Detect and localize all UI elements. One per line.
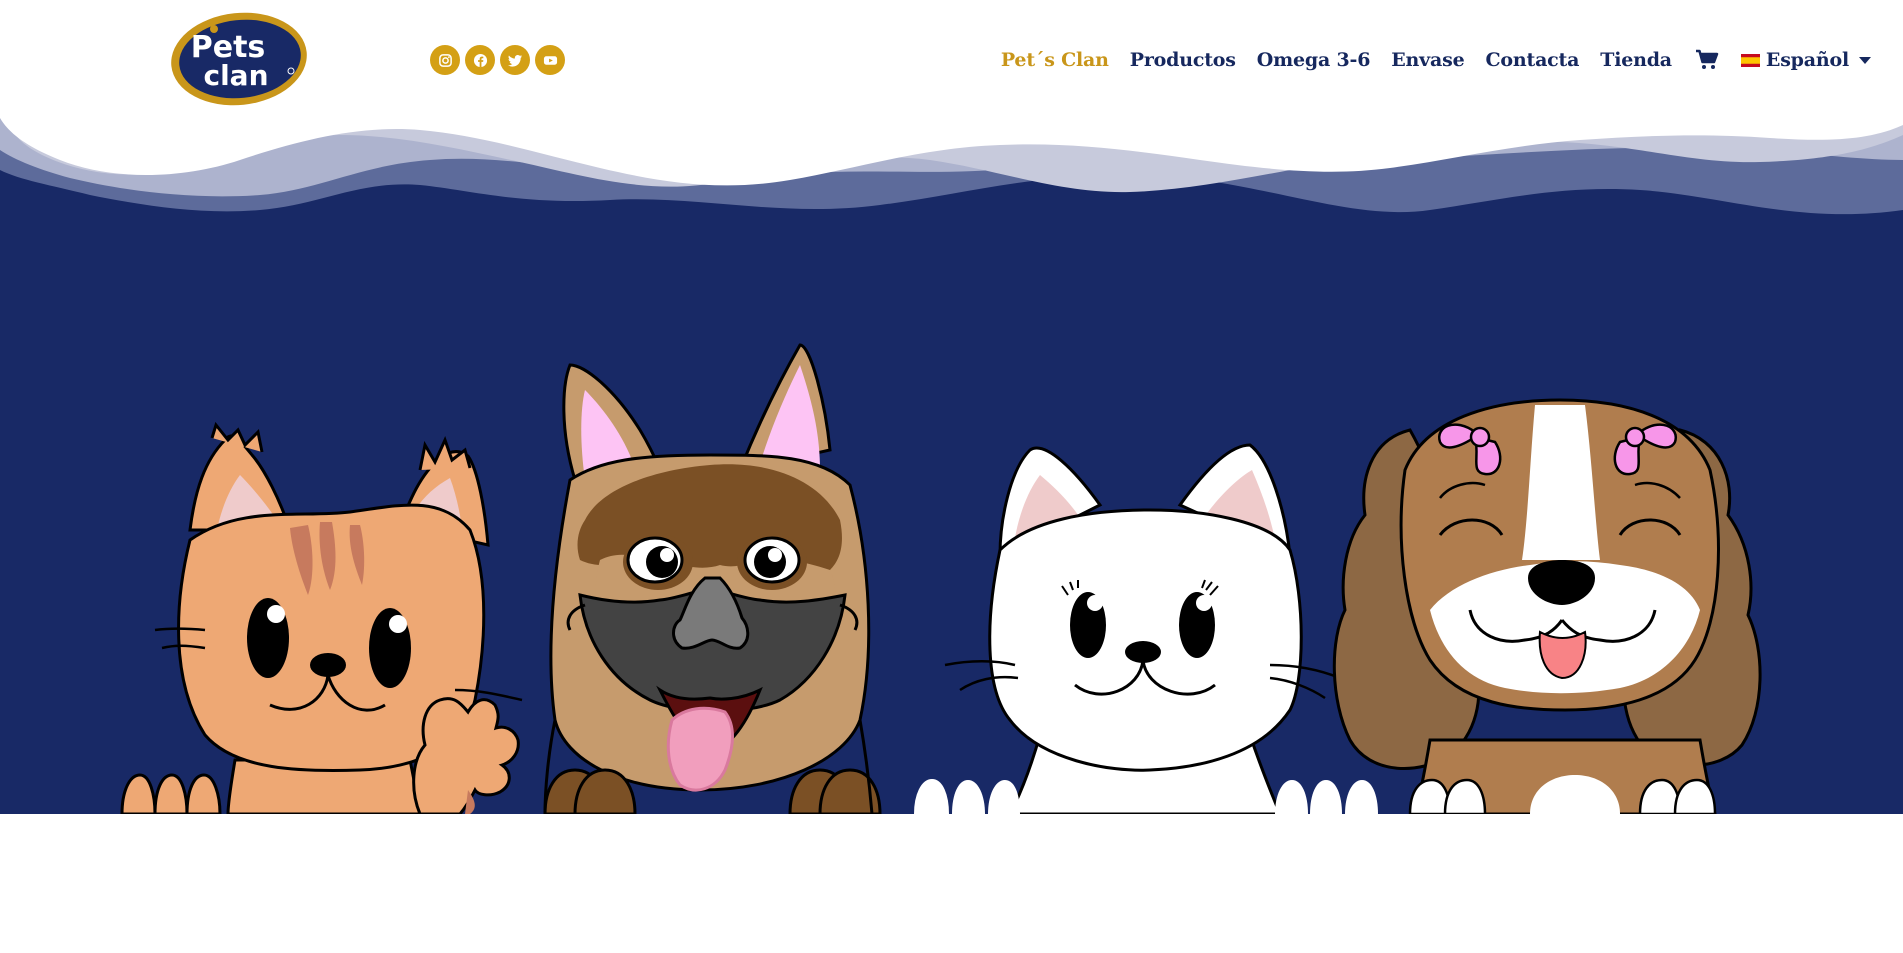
site-header: Pets clan Pet´s Clan Productos Omega 3-6… (0, 0, 1903, 130)
twitter-icon[interactable] (500, 45, 530, 75)
facebook-icon[interactable] (465, 45, 495, 75)
social-links (430, 45, 565, 75)
language-selector[interactable]: Español (1740, 49, 1871, 71)
nav-item-pets-clan[interactable]: Pet´s Clan (1001, 49, 1109, 71)
brand-logo[interactable]: Pets clan (168, 11, 310, 108)
nav-item-tienda[interactable]: Tienda (1600, 49, 1672, 71)
nav-item-contacta[interactable]: Contacta (1485, 49, 1579, 71)
cart-icon[interactable] (1695, 49, 1719, 71)
instagram-icon[interactable] (430, 45, 460, 75)
logo-text-clan: clan (203, 59, 268, 92)
youtube-icon[interactable] (535, 45, 565, 75)
main-navigation: Pet´s Clan Productos Omega 3-6 Envase Co… (980, 40, 1871, 80)
nav-item-envase[interactable]: Envase (1391, 49, 1464, 71)
spain-flag-icon (1740, 53, 1760, 67)
chevron-down-icon (1859, 56, 1871, 64)
nav-item-omega[interactable]: Omega 3-6 (1257, 49, 1371, 71)
language-label: Español (1765, 49, 1849, 71)
nav-item-productos[interactable]: Productos (1130, 49, 1236, 71)
